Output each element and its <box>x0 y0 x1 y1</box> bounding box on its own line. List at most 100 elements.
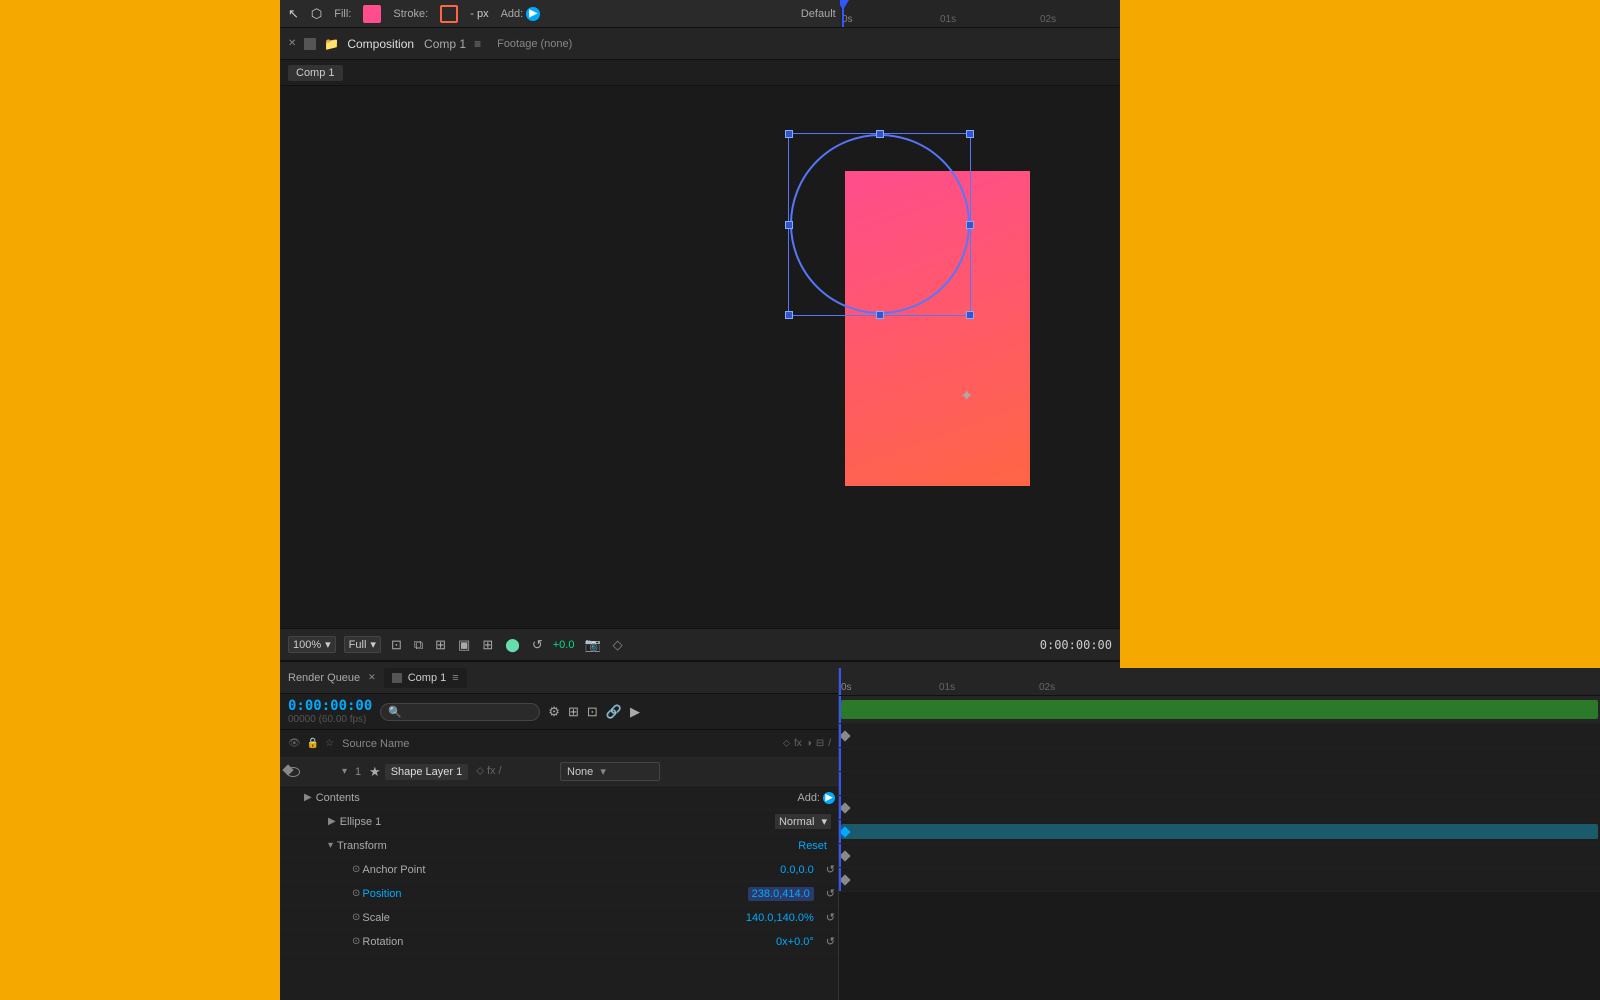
quality-select[interactable]: Full ▾ <box>344 636 381 653</box>
add-button[interactable]: Add: ▶ <box>501 7 541 21</box>
selection-box[interactable] <box>788 133 971 316</box>
grid-icon[interactable]: ⊞ <box>480 635 495 655</box>
col-fx-icons: ⬦ fx ◑ ⊟ / <box>783 738 831 749</box>
handle-mr[interactable] <box>966 221 974 229</box>
anchor-watch-icon[interactable]: ⊙ <box>352 864 360 875</box>
contents-prop-left: ▶ Contents Add: ▶ <box>280 792 840 804</box>
add-icon[interactable]: ▶ <box>823 792 835 804</box>
contents-add-btn[interactable]: Add: ▶ <box>797 792 835 804</box>
current-time[interactable]: 0:00:00:00 <box>288 698 372 714</box>
zoom-chevron: ▾ <box>325 638 331 651</box>
playhead-arrow <box>840 0 849 10</box>
move-cursor-icon: ✦ <box>960 386 973 406</box>
time-display: 0:00:00:00 <box>1040 638 1112 652</box>
scale-value[interactable]: 140.0,140.0% <box>746 912 814 924</box>
tl-contents-track <box>839 724 1600 748</box>
quality-value: Full <box>349 639 367 651</box>
anchor-value[interactable]: 0.0,0.0 <box>780 864 814 876</box>
arrow-icon[interactable]: ↖ <box>288 6 299 22</box>
none-value: None <box>567 766 593 778</box>
compare-icon[interactable]: ⧉ <box>412 635 425 655</box>
rotation-watch-icon[interactable]: ⊙ <box>352 936 360 947</box>
zoom-value: 100% <box>293 639 321 651</box>
comp-tabbar: ✕ 📁 Composition Comp 1 ≡ Footage (none) <box>280 28 1120 60</box>
solo-col-icon: ☆ <box>325 738 334 749</box>
preview-icon[interactable]: ▶ <box>630 704 640 720</box>
scale-watch-icon[interactable]: ⊙ <box>352 912 360 923</box>
tl-ellipse-track <box>839 748 1600 772</box>
comp-tab[interactable]: Comp 1 ≡ <box>384 668 467 688</box>
tl-playhead-4 <box>839 772 841 795</box>
comp-tab-menu[interactable]: ≡ <box>474 37 481 51</box>
reset-icon[interactable]: ↺ <box>530 635 545 655</box>
breadcrumb-comp1[interactable]: Comp 1 <box>288 65 343 81</box>
rotation-value[interactable]: 0x+0.0° <box>776 936 814 948</box>
transform-twirly[interactable]: ▾ <box>328 840 333 851</box>
combine-icon[interactable]: ⊞ <box>568 704 579 720</box>
handle-tm[interactable] <box>876 130 884 138</box>
fill-label: Fill: <box>334 8 351 20</box>
snapshot-icon[interactable]: 📷 <box>582 635 602 655</box>
layer-fx-icon: fx <box>487 765 496 778</box>
position-value[interactable]: 238.0,414.0 <box>748 887 814 901</box>
contents-label: Contents <box>316 792 360 804</box>
scale-prop-left: ⊙ Scale 140.0,140.0% ↺ <box>280 911 840 924</box>
ellipse-blend-dropdown[interactable]: Normal ▾ <box>775 814 831 829</box>
transparency-icon[interactable]: ◇ <box>611 635 625 655</box>
add-circle-icon[interactable]: ▶ <box>526 7 540 21</box>
comp-name[interactable]: Comp 1 <box>424 37 466 51</box>
render-queue-label[interactable]: Render Queue <box>288 672 360 684</box>
workspace-default[interactable]: Default <box>795 6 842 22</box>
source-name-header: Source Name <box>342 738 409 750</box>
footage-tab[interactable]: Footage (none) <box>489 36 580 52</box>
tl-anchor-kf <box>839 802 850 813</box>
color-wheel-icon[interactable]: ⬤ <box>503 635 522 655</box>
ellipse-twirly[interactable]: ▶ <box>328 816 336 827</box>
handle-bl[interactable] <box>785 311 793 319</box>
tl-rot-kf <box>839 874 850 885</box>
select-icon[interactable]: ⬡ <box>311 6 322 22</box>
tl-playhead-8 <box>839 868 841 891</box>
tl-playhead-track <box>839 696 841 723</box>
handle-br[interactable] <box>966 311 974 319</box>
zoom-select[interactable]: 100% ▾ <box>288 636 336 653</box>
fill-swatch[interactable] <box>363 5 381 23</box>
playhead[interactable] <box>842 0 844 27</box>
link-icon[interactable]: 🔗 <box>606 704 622 720</box>
stroke-swatch[interactable] <box>440 5 458 23</box>
panel-options-icon[interactable]: ⚙ <box>548 704 560 720</box>
transform-reset[interactable]: Reset <box>798 840 827 852</box>
tl-tab-menu[interactable]: ≡ <box>452 672 458 684</box>
layer-mini-icons: ⬦ fx / <box>476 765 501 778</box>
blend-arrow: ▾ <box>821 816 827 828</box>
rq-close[interactable]: ✕ <box>368 672 376 683</box>
lock-col-icon: 🔒 <box>307 738 319 749</box>
tl-playhead-3 <box>839 748 841 771</box>
position-watch-icon[interactable]: ⊙ <box>352 888 360 899</box>
parent-link-dropdown[interactable]: None ▾ <box>560 762 660 781</box>
ellipse-label: Ellipse 1 <box>340 816 382 828</box>
quality-icon: / <box>828 738 831 749</box>
handle-tl[interactable] <box>785 130 793 138</box>
layer-expand[interactable]: ▾ <box>342 766 347 777</box>
tl-rotation-track <box>839 868 1600 892</box>
safe-zones-icon[interactable]: ▣ <box>456 635 472 655</box>
tl-playhead-7 <box>839 844 841 867</box>
transform-label: Transform <box>337 840 387 852</box>
tl-transform-track <box>839 772 1600 796</box>
layout-icon[interactable]: ⊞ <box>433 635 448 655</box>
handle-bm[interactable] <box>876 311 884 319</box>
layer-keys-icon: ⬦ <box>476 765 484 778</box>
tab-icon-square <box>304 38 316 50</box>
anchor-label: Anchor Point <box>362 864 425 876</box>
handle-tr[interactable] <box>966 130 974 138</box>
search-icon: 🔍 <box>388 705 402 718</box>
tab-close[interactable]: ✕ <box>288 38 296 49</box>
handle-ml[interactable] <box>785 221 793 229</box>
contents-twirly[interactable]: ▶ <box>304 792 312 803</box>
timeline-search[interactable] <box>380 703 540 721</box>
transform-prop-left: ▾ Transform Reset <box>280 840 840 852</box>
layer-name[interactable]: Shape Layer 1 <box>385 764 469 780</box>
solo-icon[interactable]: ⊡ <box>587 704 598 720</box>
fit-icon[interactable]: ⊡ <box>389 635 404 655</box>
